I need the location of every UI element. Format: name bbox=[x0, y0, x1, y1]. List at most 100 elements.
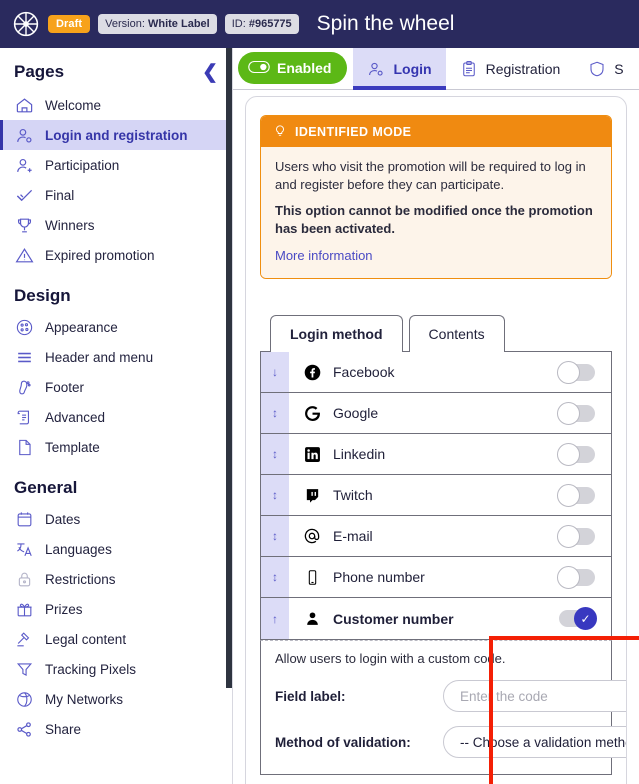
sidebar-item-participation[interactable]: Participation bbox=[0, 150, 232, 180]
check-badge-icon bbox=[14, 185, 34, 205]
login-settings-panel: IDENTIFIED MODE Users who visit the prom… bbox=[245, 96, 627, 784]
sidebar-item-label: Login and registration bbox=[45, 127, 188, 143]
enabled-toggle-button[interactable]: Enabled bbox=[238, 52, 348, 84]
sidebar-item-label: Prizes bbox=[45, 601, 83, 617]
sidebar-item-footer[interactable]: Footer bbox=[0, 372, 232, 402]
arrow-down-icon[interactable]: ↓ bbox=[261, 352, 289, 393]
facebook-icon bbox=[299, 364, 325, 381]
inner-tab-login-method[interactable]: Login method bbox=[270, 315, 403, 353]
tab-login[interactable]: Login bbox=[353, 48, 446, 90]
sidebar-item-advanced[interactable]: Advanced bbox=[0, 402, 232, 432]
arrow-up-icon[interactable]: ↑ bbox=[261, 598, 289, 640]
toggle-knob bbox=[557, 360, 580, 384]
sidebar-item-template[interactable]: Template bbox=[0, 432, 232, 462]
sidebar-item-final[interactable]: Final bbox=[0, 180, 232, 210]
validation-method-selected-value: -- Choose a validation method -- bbox=[460, 734, 626, 750]
login-method-toggle[interactable] bbox=[557, 360, 595, 384]
warning-triangle-icon bbox=[14, 245, 34, 265]
sidebar-item-header-and-menu[interactable]: Header and menu bbox=[0, 342, 232, 372]
sidebar-item-share[interactable]: Share bbox=[0, 714, 232, 744]
login-method-toggle[interactable] bbox=[557, 524, 595, 548]
id-badge: ID: #965775 bbox=[224, 14, 299, 34]
linkedin-icon bbox=[299, 446, 325, 463]
chevron-left-icon[interactable]: ❮ bbox=[202, 63, 218, 82]
page-icon bbox=[14, 437, 34, 457]
field-label-input[interactable] bbox=[443, 680, 626, 713]
sidebar-section-title-design: Design bbox=[14, 286, 71, 305]
login-method-toggle[interactable] bbox=[557, 483, 595, 507]
sidebar-item-expired-promotion[interactable]: Expired promotion bbox=[0, 240, 232, 270]
sidebar-item-tracking-pixels[interactable]: Tracking Pixels bbox=[0, 654, 232, 684]
sidebar-item-legal-content[interactable]: Legal content bbox=[0, 624, 232, 654]
login-method-label: Phone number bbox=[333, 569, 425, 586]
arrow-up-down-icon[interactable]: ↕ bbox=[261, 516, 289, 557]
validation-method-select[interactable]: -- Choose a validation method -- bbox=[443, 726, 626, 759]
arrow-up-down-icon[interactable]: ↕ bbox=[261, 434, 289, 475]
id-value: #965775 bbox=[248, 18, 292, 30]
login-method-toggle[interactable] bbox=[557, 442, 595, 466]
palette-icon bbox=[14, 317, 34, 337]
version-label: Version: bbox=[105, 18, 145, 30]
sidebar-item-label: Advanced bbox=[45, 409, 106, 425]
wheel-icon[interactable] bbox=[12, 10, 40, 38]
sidebar-item-label: Languages bbox=[45, 541, 112, 557]
menu-lines-icon bbox=[14, 347, 34, 367]
login-method-row-facebook[interactable]: ↓ Facebook bbox=[261, 352, 611, 394]
gavel-icon bbox=[14, 629, 34, 649]
login-method-row-linkedin[interactable]: ↕ Linkedin bbox=[261, 434, 611, 476]
sidebar-item-dates[interactable]: Dates bbox=[0, 504, 232, 534]
field-label-caption: Field label: bbox=[275, 688, 346, 704]
sidebar-item-label: Expired promotion bbox=[45, 247, 155, 263]
id-label: ID: bbox=[231, 18, 246, 30]
toggle-knob-checked: ✓ bbox=[574, 607, 597, 631]
sidebar-item-login-and-registration[interactable]: Login and registration bbox=[0, 120, 232, 150]
toggle-knob bbox=[557, 483, 580, 507]
sidebar-item-winners[interactable]: Winners bbox=[0, 210, 232, 240]
user-add-icon bbox=[14, 155, 34, 175]
login-method-row-customer-number[interactable]: ↑ Customer number ✓ bbox=[261, 598, 611, 640]
login-method-toggle[interactable] bbox=[557, 565, 595, 589]
tab-label: Registration bbox=[485, 60, 561, 77]
sidebar-item-appearance[interactable]: Appearance bbox=[0, 312, 232, 342]
validation-method-caption: Method of validation: bbox=[275, 734, 411, 750]
arrow-up-down-icon[interactable]: ↕ bbox=[261, 393, 289, 434]
enabled-label: Enabled bbox=[277, 60, 332, 76]
banner-text: Users who visit the promotion will be re… bbox=[275, 159, 586, 193]
sidebar-item-label: Final bbox=[45, 187, 75, 203]
body-wrapper: Pages ❮ Welcome Login and registration P… bbox=[0, 48, 639, 784]
sidebar-item-languages[interactable]: Languages bbox=[0, 534, 232, 564]
toggle-knob bbox=[557, 442, 580, 466]
toggle-on-icon bbox=[248, 60, 270, 77]
arrow-up-down-icon[interactable]: ↕ bbox=[261, 557, 289, 598]
sidebar-item-restrictions[interactable]: Restrictions bbox=[0, 564, 232, 594]
validation-method-select-wrap: -- Choose a validation method -- ↕ bbox=[443, 726, 626, 759]
login-method-row-email[interactable]: ↕ E-mail bbox=[261, 516, 611, 558]
login-method-toggle[interactable]: ✓ bbox=[559, 607, 597, 631]
login-method-label: Facebook bbox=[333, 364, 395, 381]
customer-number-description: Allow users to login with a custom code. bbox=[275, 651, 506, 667]
toggle-knob bbox=[557, 401, 580, 425]
top-bar: Draft Version: White Label ID: #965775 S… bbox=[0, 0, 639, 48]
login-method-row-phone-number[interactable]: ↕ Phone number bbox=[261, 557, 611, 599]
tab-security[interactable]: S bbox=[574, 48, 637, 89]
more-information-link[interactable]: More information bbox=[275, 247, 373, 265]
arrow-up-down-icon[interactable]: ↕ bbox=[261, 475, 289, 516]
sidebar-item-my-networks[interactable]: My Networks bbox=[0, 684, 232, 714]
status-badge-draft: Draft bbox=[48, 15, 91, 33]
at-icon bbox=[299, 527, 325, 545]
login-method-row-twitch[interactable]: ↕ Twitch bbox=[261, 475, 611, 517]
inner-tab-contents[interactable]: Contents bbox=[408, 315, 505, 353]
clipboard-icon bbox=[460, 60, 478, 78]
version-value: White Label bbox=[147, 18, 210, 30]
tab-registration[interactable]: Registration bbox=[446, 48, 575, 89]
sidebar-item-welcome[interactable]: Welcome bbox=[0, 90, 232, 120]
banner-title: IDENTIFIED MODE bbox=[295, 124, 412, 139]
login-method-row-google[interactable]: ↕ Google bbox=[261, 393, 611, 435]
customer-number-settings: Allow users to login with a custom code.… bbox=[260, 640, 626, 776]
login-method-toggle[interactable] bbox=[557, 401, 595, 425]
login-method-list: ↓ Facebook ↕ Google ↕ Linkedin ↕ Twitch … bbox=[260, 351, 612, 641]
sidebar-item-prizes[interactable]: Prizes bbox=[0, 594, 232, 624]
banner-header: IDENTIFIED MODE bbox=[261, 116, 611, 147]
trophy-icon bbox=[14, 215, 34, 235]
sidebar-scrollbar[interactable] bbox=[226, 48, 232, 688]
